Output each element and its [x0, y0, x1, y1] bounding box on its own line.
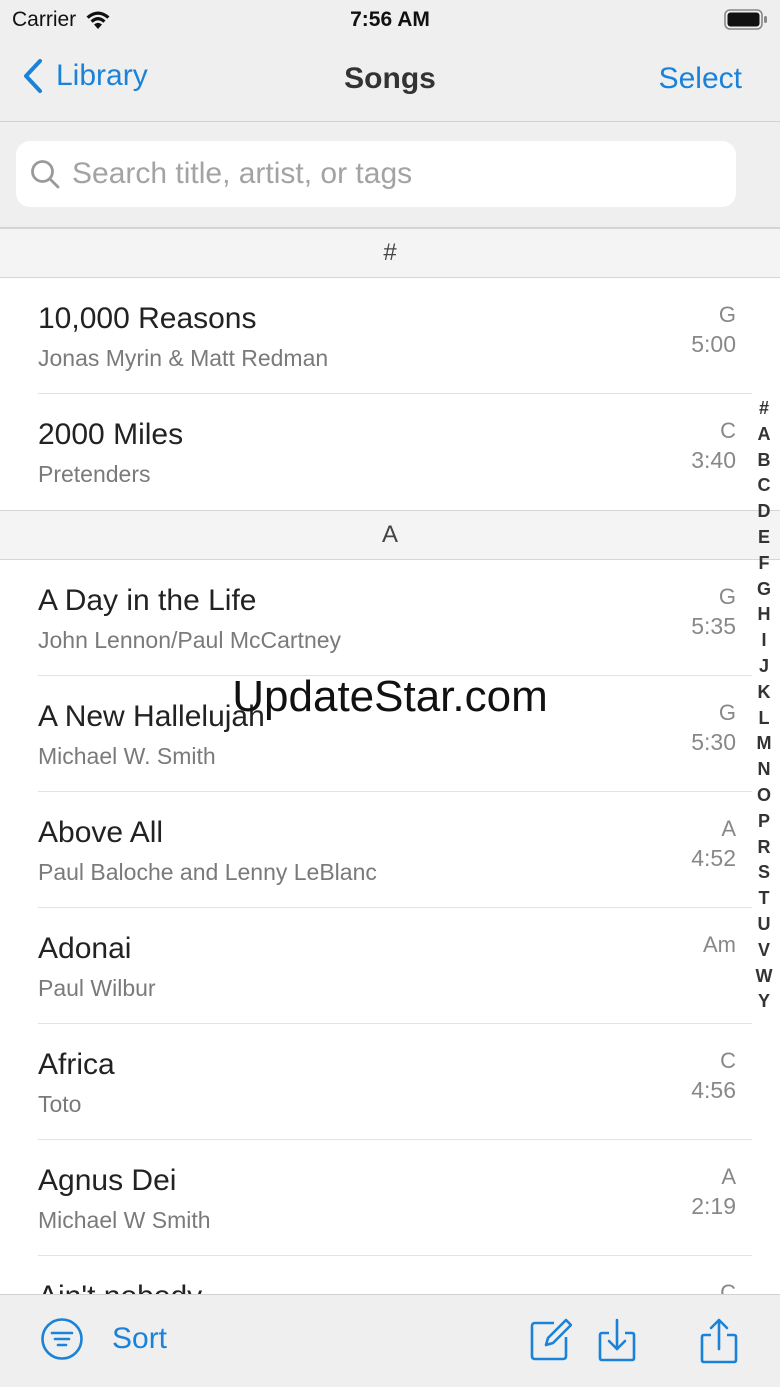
index-letter[interactable]: M: [757, 731, 772, 757]
song-artist: Pretenders: [38, 461, 151, 487]
index-letter[interactable]: S: [758, 860, 770, 886]
navigation-bar: Carrier 7:56 AM Library Songs Select: [0, 0, 780, 122]
song-key: G: [718, 700, 736, 725]
song-duration: 2:19: [691, 1193, 736, 1219]
song-duration: 5:00: [691, 331, 736, 357]
song-row[interactable]: Agnus Dei Michael W Smith A 2:19: [0, 1140, 780, 1256]
song-title: A Day in the Life: [38, 584, 257, 617]
song-duration: 3:40: [691, 447, 736, 473]
search-field[interactable]: [16, 141, 736, 207]
song-row[interactable]: A New Hallelujah Michael W. Smith G 5:30: [0, 676, 780, 792]
song-artist: Michael W Smith: [38, 1207, 211, 1233]
index-letter[interactable]: C: [758, 473, 771, 499]
song-row[interactable]: A Day in the Life John Lennon/Paul McCar…: [0, 560, 780, 676]
share-icon: [700, 1318, 738, 1364]
song-title: Adonai: [38, 932, 132, 965]
section-header-number: #: [0, 228, 780, 278]
sort-lines-icon: [41, 1318, 83, 1360]
index-letter[interactable]: N: [758, 757, 771, 783]
song-artist: Michael W. Smith: [38, 743, 216, 769]
index-letter[interactable]: Y: [758, 989, 770, 1015]
song-artist: Paul Wilbur: [38, 975, 156, 1001]
index-letter[interactable]: P: [758, 809, 770, 835]
status-bar: Carrier 7:56 AM: [0, 0, 780, 40]
index-letter[interactable]: F: [759, 551, 770, 577]
index-letter[interactable]: I: [761, 628, 766, 654]
song-duration: 4:52: [691, 845, 736, 871]
songs-screen: Carrier 7:56 AM Library Songs Select Sea…: [0, 0, 780, 1387]
index-letter[interactable]: R: [758, 835, 771, 861]
back-label: Library: [56, 59, 148, 92]
song-title: A New Hallelujah: [38, 700, 265, 733]
battery-icon: [724, 9, 767, 30]
song-artist: Paul Baloche and Lenny LeBlanc: [38, 859, 377, 885]
index-letter[interactable]: G: [757, 577, 771, 603]
song-duration: 4:56: [691, 1077, 736, 1103]
song-title: 10,000 Reasons: [38, 302, 257, 335]
song-title: Africa: [38, 1048, 115, 1081]
song-artist: Toto: [38, 1091, 82, 1117]
index-letter[interactable]: W: [756, 964, 773, 990]
chevron-left-icon: [24, 59, 42, 93]
bottom-toolbar: Sort: [0, 1294, 780, 1387]
song-title: 2000 Miles: [38, 418, 184, 451]
index-letter[interactable]: U: [758, 912, 771, 938]
sort-label: Sort: [112, 1322, 168, 1355]
search-input[interactable]: [72, 157, 712, 191]
compose-icon: [530, 1318, 572, 1361]
song-key: Am: [703, 932, 736, 957]
index-letter[interactable]: K: [758, 680, 771, 706]
alphabet-index[interactable]: # A B C D E F G H I J K L M N O P R S T U V W Y: [753, 396, 775, 1015]
song-duration: 5:30: [691, 729, 736, 755]
index-letter[interactable]: L: [759, 706, 770, 732]
song-key: G: [718, 584, 736, 609]
song-duration: 5:35: [691, 613, 736, 639]
song-row[interactable]: Ain't nobody C: [0, 1256, 780, 1294]
song-row[interactable]: 2000 Miles Pretenders C 3:40: [0, 394, 780, 510]
index-letter[interactable]: A: [758, 422, 771, 448]
edit-button[interactable]: [530, 1317, 572, 1361]
status-time: 7:56 AM: [350, 8, 430, 31]
search-bar-container: [0, 122, 780, 228]
index-letter[interactable]: O: [757, 783, 771, 809]
song-title: Above All: [38, 816, 164, 849]
back-button[interactable]: Library: [22, 58, 148, 94]
share-button[interactable]: [700, 1317, 738, 1365]
search-icon: [31, 160, 60, 189]
index-letter[interactable]: D: [758, 499, 771, 525]
index-letter[interactable]: #: [759, 396, 769, 422]
index-letter[interactable]: H: [758, 602, 771, 628]
song-title: Agnus Dei: [38, 1164, 177, 1197]
song-key: A: [721, 816, 736, 841]
index-letter[interactable]: B: [758, 448, 771, 474]
select-button[interactable]: Select: [659, 62, 742, 96]
sort-button[interactable]: Sort: [40, 1317, 167, 1361]
song-row[interactable]: Africa Toto C 4:56: [0, 1024, 780, 1140]
index-letter[interactable]: V: [758, 938, 770, 964]
section-header-a: A: [0, 510, 780, 560]
download-icon: [598, 1318, 636, 1362]
song-row[interactable]: Adonai Paul Wilbur Am: [0, 908, 780, 1024]
song-row[interactable]: Above All Paul Baloche and Lenny LeBlanc…: [0, 792, 780, 908]
song-key: C: [720, 1280, 736, 1294]
song-artist: Jonas Myrin & Matt Redman: [38, 345, 329, 371]
song-artist: John Lennon/Paul McCartney: [38, 627, 342, 653]
song-row[interactable]: 10,000 Reasons Jonas Myrin & Matt Redman…: [0, 278, 780, 394]
index-letter[interactable]: E: [758, 525, 770, 551]
index-letter[interactable]: J: [759, 654, 769, 680]
import-button[interactable]: [598, 1317, 636, 1363]
song-key: C: [720, 418, 736, 443]
song-key: G: [718, 302, 736, 327]
song-list[interactable]: # 10,000 Reasons Jonas Myrin & Matt Redm…: [0, 228, 780, 1294]
song-key: C: [720, 1048, 736, 1073]
index-letter[interactable]: T: [759, 886, 770, 912]
song-title: Ain't nobody: [38, 1280, 202, 1294]
song-key: A: [721, 1164, 736, 1189]
